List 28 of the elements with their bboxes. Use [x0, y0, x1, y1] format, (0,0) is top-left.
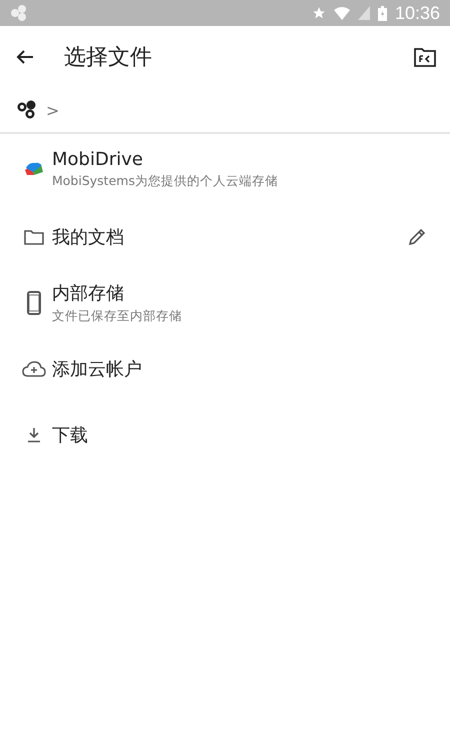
notification-icon: [10, 5, 28, 21]
signal-icon: [358, 6, 370, 20]
storage-item[interactable]: MobiDrive MobiSystems为您提供的个人云端存储: [0, 134, 450, 204]
pencil-icon[interactable]: [408, 228, 426, 246]
star-icon: [312, 6, 326, 20]
item-title: 下载: [52, 424, 89, 447]
storage-item[interactable]: 内部存储 文件已保存至内部存储: [0, 270, 450, 336]
folder-icon[interactable]: [414, 47, 436, 67]
storage-item[interactable]: 我的文档: [0, 204, 450, 270]
breadcrumb-separator: >: [46, 100, 60, 120]
download-icon: [27, 427, 41, 443]
item-title: 我的文档: [52, 226, 125, 249]
cloud-add-icon: [22, 361, 46, 377]
item-title: 内部存储: [52, 282, 125, 305]
wifi-icon: [334, 6, 350, 20]
battery-icon: [378, 6, 387, 20]
phone-icon: [27, 291, 41, 315]
page-title: 选择文件: [64, 44, 152, 72]
storage-item[interactable]: 添加云帐户: [0, 336, 450, 402]
back-arrow-icon[interactable]: [16, 49, 34, 65]
item-title: MobiDrive: [52, 148, 144, 170]
folder-icon: [24, 229, 44, 245]
item-subtitle: MobiSystems为您提供的个人云端存储: [52, 172, 279, 190]
storage-item[interactable]: 下载: [0, 402, 450, 468]
item-subtitle: 文件已保存至内部存储: [52, 308, 183, 325]
cloud-logo-icon: [23, 161, 45, 177]
status-time: 10:36: [394, 2, 440, 24]
item-title: 添加云帐户: [52, 358, 143, 381]
